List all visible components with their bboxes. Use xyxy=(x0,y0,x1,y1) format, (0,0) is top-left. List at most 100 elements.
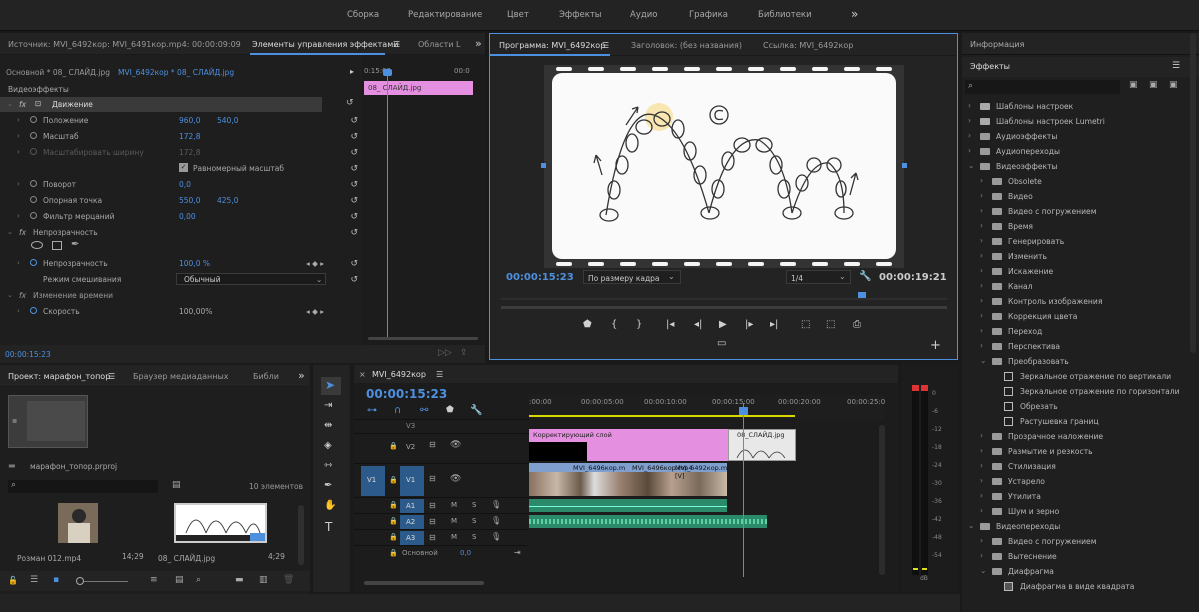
play-audio-icon[interactable]: ▷▷ xyxy=(438,348,452,358)
pen-tool-icon[interactable]: ✒ xyxy=(324,480,332,491)
microphone-icon[interactable]: 🎙 xyxy=(491,516,501,525)
track-lock-icon[interactable]: 🔒 xyxy=(389,442,398,450)
source-patch-v1[interactable]: V1 xyxy=(361,466,385,496)
chevron-right-icon[interactable]: › xyxy=(980,491,983,500)
chevron-right-icon[interactable]: › xyxy=(980,206,983,215)
pen-mask-icon[interactable]: ✒ xyxy=(71,239,79,250)
work-area-bar[interactable] xyxy=(529,415,795,417)
yuv-icon[interactable]: ▣ xyxy=(1169,80,1178,90)
close-icon[interactable]: × xyxy=(359,370,366,379)
ellipse-mask-icon[interactable] xyxy=(31,241,43,249)
program-scrubber[interactable] xyxy=(501,306,947,309)
anchor-x-value[interactable]: 550,0 xyxy=(179,196,200,205)
scale-value[interactable]: 172,8 xyxy=(179,132,200,141)
lock-icon[interactable]: 🔓 xyxy=(8,576,18,585)
slip-tool-icon[interactable]: ⇿ xyxy=(324,460,332,471)
chevron-right-icon[interactable]: › xyxy=(980,326,983,335)
selection-tool-icon[interactable]: ➤ xyxy=(325,378,335,392)
play-icon[interactable]: ▶ xyxy=(719,319,727,330)
sync-lock-icon[interactable]: ⊟ xyxy=(429,501,436,510)
chevron-right-icon[interactable]: › xyxy=(980,281,983,290)
reset-motion-icon[interactable]: ↺ xyxy=(346,98,354,108)
play-clip-icon[interactable]: ▸ xyxy=(350,67,354,76)
track-lock-icon[interactable]: 🔒 xyxy=(389,476,398,484)
video-frame[interactable] xyxy=(544,65,904,268)
chevron-right-icon[interactable]: › xyxy=(980,296,983,305)
workspace-tab[interactable]: Аудио xyxy=(630,10,657,20)
chevron-right-icon[interactable]: › xyxy=(980,191,983,200)
track-target-v1[interactable]: V1 xyxy=(400,466,424,496)
track-target-a2[interactable]: A2 xyxy=(400,515,424,529)
stopwatch-icon[interactable] xyxy=(30,196,37,203)
timeline-hscroll[interactable] xyxy=(364,581,484,585)
track-select-tool-icon[interactable]: ⇥ xyxy=(324,400,332,411)
wrench-icon[interactable]: 🔧 xyxy=(859,271,871,282)
media-thumbnail-slide[interactable] xyxy=(174,503,267,543)
reset-icon[interactable]: ↺ xyxy=(350,259,358,269)
transform-handle[interactable] xyxy=(902,163,907,168)
chevron-right-icon[interactable]: › xyxy=(980,341,983,350)
opacity-effect[interactable]: ⌄ fx Непрозрачность ↺ xyxy=(0,225,362,240)
chevron-right-icon[interactable]: › xyxy=(980,446,983,455)
zoom-bar[interactable] xyxy=(501,298,947,300)
find-icon[interactable]: ⌕ xyxy=(196,575,201,585)
chevron-right-icon[interactable]: › xyxy=(980,221,983,230)
sync-lock-icon[interactable]: ⊟ xyxy=(429,533,436,542)
tab-title[interactable]: Заголовок: (без названия) xyxy=(631,41,742,50)
stopwatch-active-icon[interactable] xyxy=(30,307,37,314)
tab-reference[interactable]: Ссылка: MVI_6492кор xyxy=(763,41,853,50)
microphone-icon[interactable]: 🎙 xyxy=(491,532,501,541)
go-to-out-icon[interactable]: ▸| xyxy=(770,319,778,330)
chevron-right-icon[interactable]: › xyxy=(968,146,971,155)
go-to-in-icon[interactable]: |◂ xyxy=(666,319,674,330)
track-lock-icon[interactable]: 🔒 xyxy=(389,501,398,509)
stopwatch-icon[interactable] xyxy=(30,132,37,139)
reset-icon[interactable]: ↺ xyxy=(350,212,358,222)
reset-icon[interactable]: ↺ xyxy=(350,275,358,285)
playhead[interactable] xyxy=(387,69,388,339)
media-name[interactable]: Розман 012.mp4 xyxy=(17,554,81,563)
step-forward-icon[interactable]: |▸ xyxy=(745,319,753,330)
export-icon[interactable]: ⇪ xyxy=(460,348,468,358)
sync-lock-icon[interactable]: ⊟ xyxy=(429,440,436,449)
flicker-value[interactable]: 0,00 xyxy=(179,212,196,221)
resolution-select[interactable]: 1/4 ⌄ xyxy=(786,270,851,284)
timeline-timecode[interactable]: 00:00:15:23 xyxy=(366,387,447,401)
32bit-icon[interactable]: ▣ xyxy=(1149,80,1158,90)
mute-button[interactable]: M xyxy=(451,517,457,525)
position-y-value[interactable]: 540,0 xyxy=(217,116,238,125)
stopwatch-icon[interactable] xyxy=(30,180,37,187)
tab-info[interactable]: Информация xyxy=(970,40,1024,49)
workspace-tab[interactable]: Цвет xyxy=(507,10,529,20)
meter-solo-left[interactable] xyxy=(913,568,918,570)
motion-effect[interactable]: ⌄ fx ⊡ Движение xyxy=(0,97,322,112)
chevron-down-icon[interactable]: ⌄ xyxy=(968,161,974,170)
adjustment-layer-clip[interactable]: Корректирующий слой xyxy=(529,429,728,461)
chevron-right-icon[interactable]: › xyxy=(980,236,983,245)
tab-project[interactable]: Проект: марафон_топор xyxy=(8,372,110,381)
rotation-value[interactable]: 0,0 xyxy=(179,180,191,189)
new-bin-icon[interactable]: ▬ xyxy=(235,575,244,585)
effect-clip-bar[interactable]: 08_ СЛАЙД.jpg xyxy=(364,81,473,95)
chevron-right-icon[interactable]: › xyxy=(980,431,983,440)
reset-icon[interactable]: ↺ xyxy=(350,116,358,126)
chevron-right-icon[interactable]: › xyxy=(980,266,983,275)
meter-solo-right[interactable] xyxy=(922,568,927,570)
master-clip-label[interactable]: Основной * 08_ СЛАЙД.jpg xyxy=(6,68,110,77)
chevron-right-icon[interactable]: › xyxy=(968,101,971,110)
time-remap-effect[interactable]: ⌄ fx Изменение времени xyxy=(0,288,362,303)
tab-media-browser[interactable]: Браузер медиаданных xyxy=(133,372,229,381)
project-search-input[interactable]: ⌕ xyxy=(8,480,158,493)
eye-icon[interactable]: 👁 xyxy=(450,474,461,484)
slide-clip[interactable]: 08_СЛАЙД.jpg xyxy=(728,429,796,461)
media-name[interactable]: 08_ СЛАЙД.jpg xyxy=(158,554,215,563)
opacity-value[interactable]: 100,0 % xyxy=(179,259,210,268)
chevron-right-icon[interactable]: › xyxy=(968,131,971,140)
panel-menu-icon[interactable]: ☰ xyxy=(393,40,400,49)
chevron-right-icon[interactable]: › xyxy=(980,311,983,320)
timeline-ruler[interactable]: :00:00 00:00:05:00 00:00:10:00 00:00:15:… xyxy=(529,395,885,419)
ripple-edit-tool-icon[interactable]: ⇹ xyxy=(324,420,332,431)
extract-icon[interactable]: ⬚ xyxy=(826,319,835,330)
panel-menu-icon[interactable]: ☰ xyxy=(108,372,115,381)
step-back-icon[interactable]: ◂| xyxy=(694,319,702,330)
